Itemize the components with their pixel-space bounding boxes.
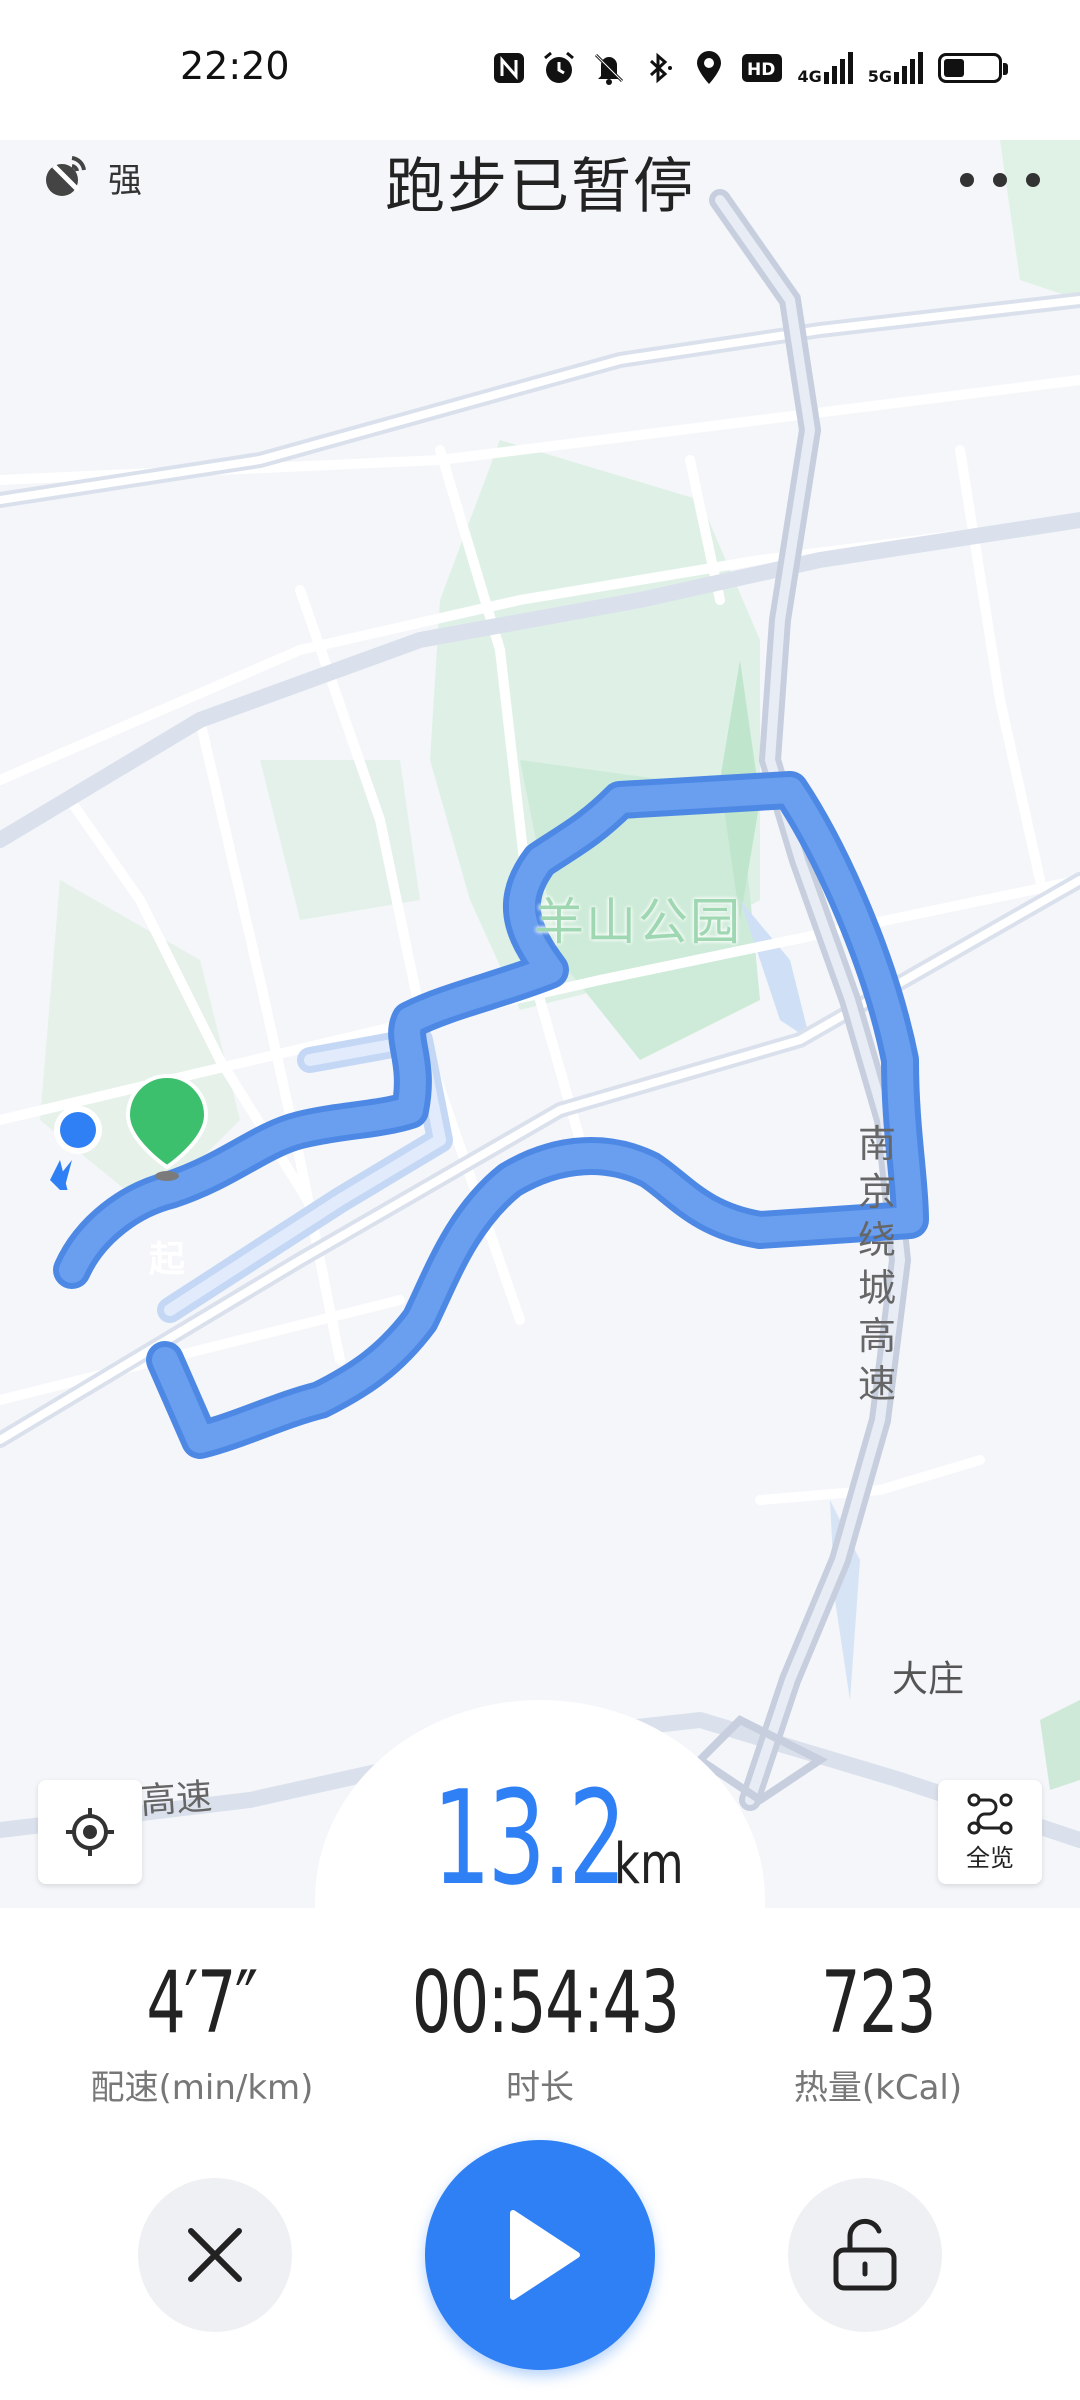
village-label: 大庄 xyxy=(892,1659,965,1700)
pace-stat: 4′7″ 配速(min/km) xyxy=(22,1948,382,2109)
unlock-icon xyxy=(833,2218,897,2291)
hd-icon: HD xyxy=(742,54,783,82)
distance-unit: km xyxy=(613,1832,684,1897)
resume-button[interactable] xyxy=(425,2140,655,2370)
status-time: 22:20 xyxy=(180,44,290,88)
status-bar: 22:20 HD 4G 5G xyxy=(0,0,1080,140)
duration-stat: 00:54:43 时长 xyxy=(360,1948,720,2109)
page-title: 跑步已暂停 xyxy=(385,152,695,222)
mute-icon xyxy=(595,53,624,85)
start-marker: 起 xyxy=(124,1073,210,1322)
map-canvas xyxy=(0,140,1080,1848)
nfc-icon xyxy=(494,53,525,83)
dot-icon xyxy=(1026,173,1040,187)
highway-label: 南京绕城高速 xyxy=(857,1122,896,1406)
current-location-marker xyxy=(50,1106,106,1330)
signal-5g-icon: 5G xyxy=(868,52,924,85)
park-label: 羊山公园 xyxy=(534,893,742,951)
svg-text:HD: HD xyxy=(747,60,775,80)
dot-icon xyxy=(993,173,1007,187)
bluetooth-icon xyxy=(650,52,673,84)
dot-icon xyxy=(960,173,974,187)
lock-screen-button[interactable] xyxy=(788,2178,942,2332)
calories-label: 热量(kCal) xyxy=(793,2068,963,2108)
status-icons: HD 4G 5G xyxy=(491,46,1008,90)
close-icon xyxy=(188,2228,242,2282)
signal-4g-icon: 4G xyxy=(797,52,853,85)
more-options-button[interactable] xyxy=(960,158,1040,202)
location-icon xyxy=(697,51,722,84)
stop-run-button[interactable] xyxy=(138,2178,292,2332)
duration-label: 时长 xyxy=(506,2068,574,2108)
distance-value: 13.2 xyxy=(433,1762,627,1914)
pace-label: 配速(min/km) xyxy=(90,2068,314,2108)
battery-icon xyxy=(938,53,1008,83)
pace-value: 4′7″ xyxy=(146,1953,259,2053)
distance-readout: 13.2km xyxy=(0,1762,1080,1914)
route-map[interactable]: 羊山公园 南京绕城高速 大庄 高速 起 xyxy=(0,140,1080,1910)
calories-stat: 723 热量(kCal) xyxy=(698,1948,1058,2109)
calories-value: 723 xyxy=(821,1953,936,2053)
play-icon xyxy=(510,2210,580,2300)
duration-value: 00:54:43 xyxy=(411,1953,680,2053)
alarm-icon xyxy=(544,51,575,83)
